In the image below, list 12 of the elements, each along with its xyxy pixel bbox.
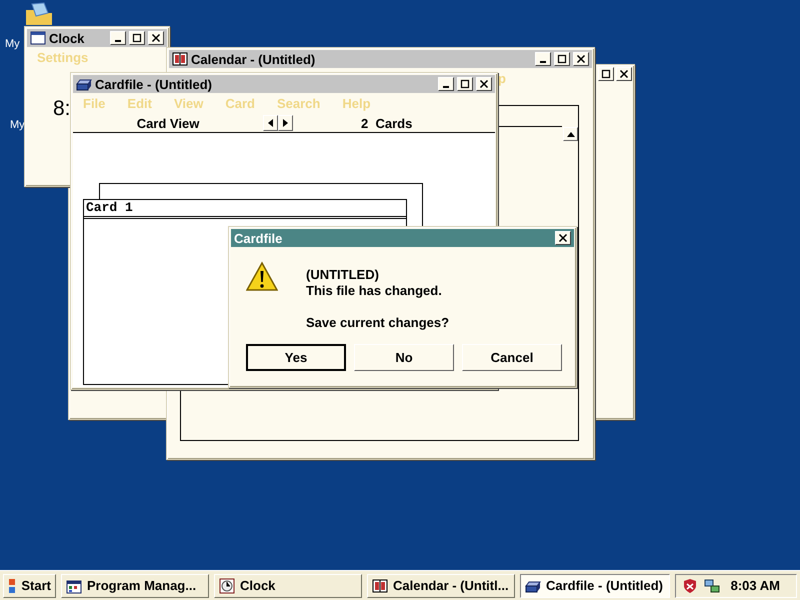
dialog-message: (UNTITLED) (306, 267, 380, 283)
clock-time: 8:03 AM (730, 578, 780, 593)
clock-time: 8: (53, 98, 71, 119)
dialog-message: This file has changed. (306, 283, 443, 299)
card-title: Card 1 (84, 200, 406, 219)
window-title: Cardfile - (Untitled) (95, 76, 213, 92)
window-title: Cardfile (234, 230, 284, 246)
dialog-question: Save current changes? (306, 315, 450, 330)
window-title: Clock (49, 30, 86, 46)
window-title: Calendar - (Untitled) (191, 52, 316, 66)
view-label: Card View (136, 116, 200, 130)
card-count: 2 Cards (361, 116, 412, 130)
